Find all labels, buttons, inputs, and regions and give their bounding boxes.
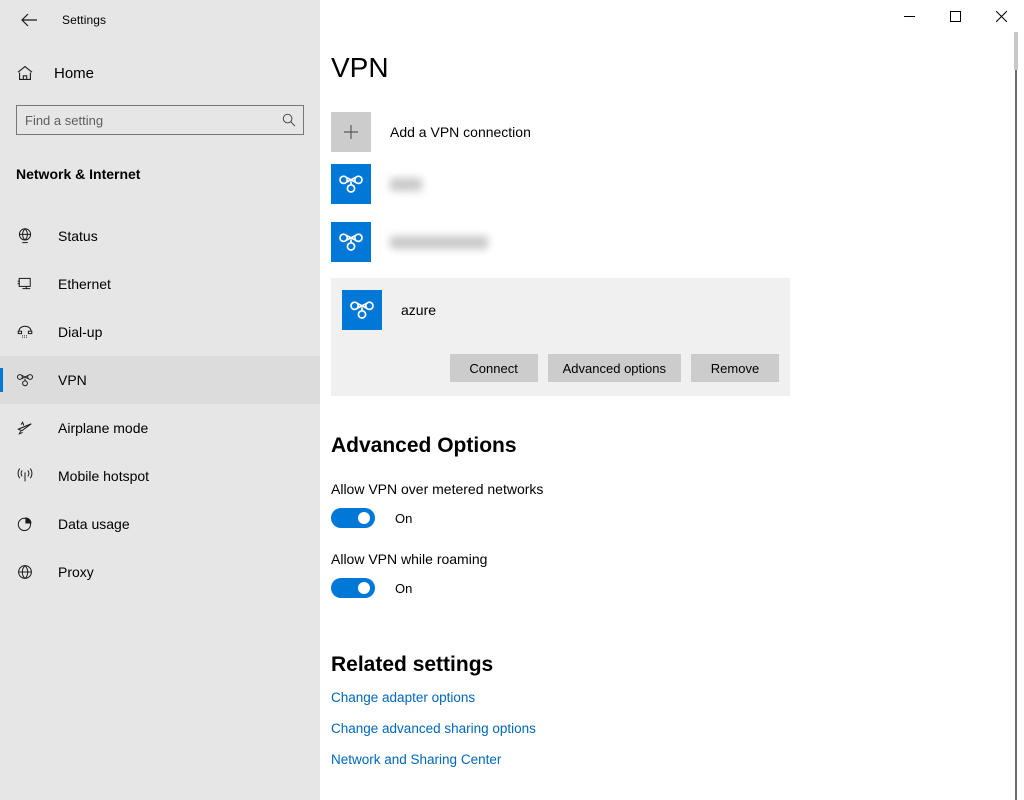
sidebar-item-proxy[interactable]: Proxy <box>0 548 320 596</box>
minimize-icon <box>903 11 915 22</box>
roaming-toggle-row: On <box>331 578 1024 598</box>
link-network-and-sharing-center[interactable]: Network and Sharing Center <box>331 752 1024 767</box>
vpn-knot-icon <box>342 290 382 330</box>
pie-chart-icon <box>16 515 42 533</box>
dialup-phone-icon <box>16 323 42 341</box>
vpn-connection-list: Add a VPN connection azure Connect Advan… <box>331 108 1024 396</box>
back-button[interactable] <box>12 5 46 35</box>
hotspot-signal-icon <box>16 467 42 485</box>
metered-networks-state: On <box>395 510 413 526</box>
sidebar-category-title: Network & Internet <box>16 166 141 182</box>
plus-icon <box>331 112 371 152</box>
vpn-connection-item-selected[interactable]: azure Connect Advanced options Remove <box>331 278 790 396</box>
search-input[interactable] <box>17 106 275 134</box>
close-icon <box>995 10 1007 22</box>
search-icon[interactable] <box>275 113 303 127</box>
vpn-connection-name: azure <box>401 302 437 318</box>
toggle-knob <box>358 512 370 524</box>
sidebar-item-label: Data usage <box>58 516 130 532</box>
sidebar: Settings Home Find a setting Network & I… <box>0 0 320 800</box>
vpn-action-buttons: Connect Advanced options Remove <box>331 354 790 382</box>
close-button[interactable] <box>978 0 1024 32</box>
sidebar-item-ethernet[interactable]: Ethernet <box>0 260 320 308</box>
back-arrow-icon <box>20 13 38 27</box>
maximize-icon <box>949 10 961 22</box>
sidebar-item-label: Status <box>58 228 98 244</box>
sidebar-item-label: Ethernet <box>58 276 111 292</box>
sidebar-item-label: Mobile hotspot <box>58 468 150 484</box>
sidebar-item-mobile-hotspot[interactable]: Mobile hotspot <box>0 452 320 500</box>
window-controls <box>886 0 1024 32</box>
advanced-options-button[interactable]: Advanced options <box>547 354 681 382</box>
sidebar-item-dialup[interactable]: Dial-up <box>0 308 320 356</box>
vpn-connection-item[interactable] <box>331 160 1024 218</box>
page-title: VPN <box>331 52 389 83</box>
roaming-state: On <box>395 580 413 596</box>
minimize-button[interactable] <box>886 0 932 32</box>
sidebar-item-status[interactable]: Status <box>0 212 320 260</box>
search-box[interactable] <box>16 105 304 135</box>
sidebar-nav: Status Ethernet Dial-up VPN Airplane mod… <box>0 212 320 596</box>
sidebar-item-vpn[interactable]: VPN <box>0 356 320 404</box>
sidebar-item-label: VPN <box>58 372 87 388</box>
add-vpn-connection-button[interactable]: Add a VPN connection <box>331 108 1024 160</box>
scrollbar-track[interactable] <box>1015 32 1017 800</box>
metered-networks-label: Allow VPN over metered networks <box>331 481 544 497</box>
roaming-label: Allow VPN while roaming <box>331 551 488 567</box>
sidebar-item-airplane-mode[interactable]: Airplane mode <box>0 404 320 452</box>
airplane-icon <box>16 419 42 437</box>
roaming-toggle[interactable] <box>331 578 375 598</box>
metered-networks-toggle-row: On <box>331 508 1024 528</box>
sidebar-item-label: Airplane mode <box>58 420 149 436</box>
vpn-knot-icon <box>16 373 42 387</box>
sidebar-item-data-usage[interactable]: Data usage <box>0 500 320 548</box>
advanced-options-title: Advanced Options <box>331 434 517 457</box>
scrollbar-thumb[interactable] <box>1014 32 1018 70</box>
link-change-adapter-options[interactable]: Change adapter options <box>331 690 1024 705</box>
sidebar-item-label: Proxy <box>58 564 94 580</box>
vpn-knot-icon <box>331 164 371 204</box>
sidebar-item-label: Dial-up <box>58 324 103 340</box>
content-body: VPN Add a VPN connection azure Connect A… <box>320 52 1024 767</box>
link-change-advanced-sharing-options[interactable]: Change advanced sharing options <box>331 721 1024 736</box>
home-label: Home <box>54 64 95 82</box>
vpn-selected-header: azure <box>331 290 790 330</box>
add-vpn-connection-label: Add a VPN connection <box>390 124 531 140</box>
vpn-connection-name <box>390 178 422 191</box>
remove-button[interactable]: Remove <box>691 354 779 382</box>
connect-button[interactable]: Connect <box>449 354 538 382</box>
vpn-connection-name <box>390 236 488 249</box>
status-globe-icon <box>16 227 42 245</box>
vpn-connection-item[interactable] <box>331 218 1024 276</box>
main-content: VPN Add a VPN connection azure Connect A… <box>320 0 1024 800</box>
toggle-knob <box>358 582 370 594</box>
ethernet-icon <box>16 275 42 293</box>
vertical-scrollbar[interactable] <box>1008 32 1024 800</box>
vpn-knot-icon <box>331 222 371 262</box>
maximize-button[interactable] <box>932 0 978 32</box>
sidebar-item-home[interactable]: Home <box>0 53 320 93</box>
globe-icon <box>16 563 42 581</box>
metered-networks-toggle[interactable] <box>331 508 375 528</box>
titlebar-left: Settings <box>0 0 320 40</box>
settings-window: Settings Home Find a setting Network & I… <box>0 0 1024 800</box>
home-icon <box>16 64 44 82</box>
search-wrapper <box>0 105 320 135</box>
related-settings-title: Related settings <box>331 653 494 676</box>
app-title: Settings <box>62 13 107 27</box>
